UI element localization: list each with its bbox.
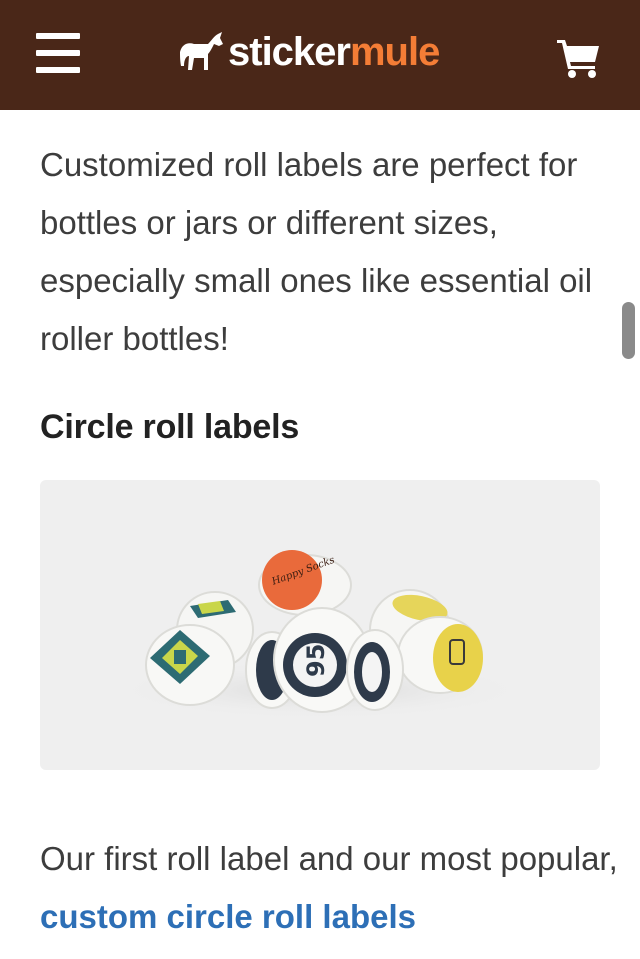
popular-roll-label-paragraph: Our first roll label and our most popula…	[40, 830, 640, 946]
sticker-mule-logo[interactable]: stickermule	[178, 26, 440, 78]
logo-mule-text: mule	[349, 30, 440, 74]
site-header: stickermule	[0, 0, 640, 110]
mule-logo-icon	[180, 32, 223, 70]
logo-sticker-text: sticker	[228, 30, 351, 74]
intro-paragraph: Customized roll labels are perfect for b…	[40, 146, 593, 357]
circle-roll-labels-image: Happy Socks 95	[40, 480, 600, 770]
svg-text:95: 95	[302, 644, 330, 677]
logo-wordmark: stickermule	[228, 26, 440, 78]
hamburger-menu-icon[interactable]	[36, 33, 82, 73]
scrollbar-thumb[interactable]	[622, 302, 635, 359]
section-heading: Circle roll labels	[40, 408, 300, 446]
custom-circle-roll-labels-link[interactable]: custom circle roll labels	[40, 898, 416, 935]
shopping-cart-icon[interactable]	[555, 36, 605, 80]
para2-text: Our first roll label and our most popula…	[40, 840, 618, 877]
